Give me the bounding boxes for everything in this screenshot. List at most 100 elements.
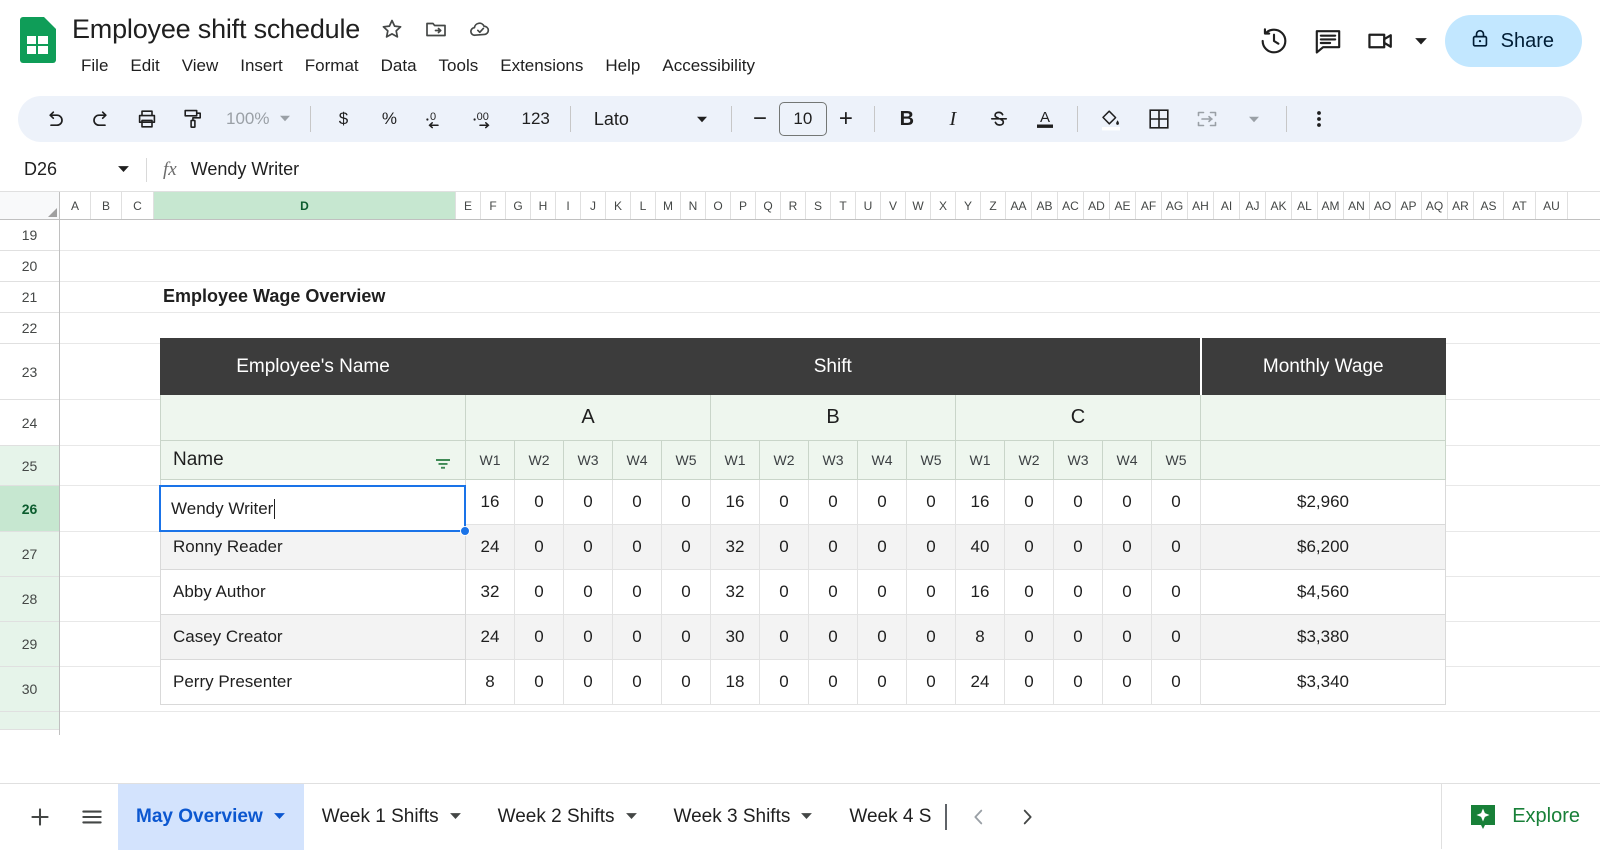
column-header-D[interactable]: D xyxy=(154,192,456,219)
shift-hours[interactable]: 0 xyxy=(1152,570,1201,615)
monthly-wage-value[interactable]: $6,200 xyxy=(1201,525,1446,570)
shift-hours[interactable]: 0 xyxy=(613,660,662,705)
column-header-AA[interactable]: AA xyxy=(1006,192,1032,219)
row-header-30[interactable]: 30 xyxy=(0,667,59,712)
menu-item-data[interactable]: Data xyxy=(370,51,428,81)
row-header-26[interactable]: 26 xyxy=(0,486,59,532)
row-header-23[interactable]: 23 xyxy=(0,344,59,400)
shift-hours[interactable]: 0 xyxy=(564,525,613,570)
row-header-22[interactable]: 22 xyxy=(0,313,59,344)
column-header-G[interactable]: G xyxy=(506,192,531,219)
column-header-J[interactable]: J xyxy=(581,192,606,219)
sheet-tab-week-3-shifts[interactable]: Week 3 Shifts xyxy=(656,784,832,850)
row-header-24[interactable]: 24 xyxy=(0,400,59,446)
shift-hours[interactable]: 0 xyxy=(1103,480,1152,525)
shift-hours[interactable]: 32 xyxy=(711,525,760,570)
column-header-P[interactable]: P xyxy=(731,192,756,219)
move-to-folder-icon[interactable] xyxy=(418,11,454,47)
currency-format-button[interactable]: $ xyxy=(325,101,361,137)
column-header-AE[interactable]: AE xyxy=(1110,192,1136,219)
merge-cells-button[interactable] xyxy=(1188,101,1226,137)
shift-hours[interactable]: 0 xyxy=(515,660,564,705)
column-header-AK[interactable]: AK xyxy=(1266,192,1292,219)
shift-hours[interactable]: 24 xyxy=(466,615,515,660)
shift-hours[interactable]: 0 xyxy=(1054,525,1103,570)
menu-item-accessibility[interactable]: Accessibility xyxy=(651,51,766,81)
shift-hours[interactable]: 0 xyxy=(515,615,564,660)
employee-name[interactable]: Abby Author xyxy=(161,570,466,615)
menu-item-insert[interactable]: Insert xyxy=(229,51,294,81)
chevron-down-icon[interactable] xyxy=(800,809,813,825)
shift-hours[interactable]: 16 xyxy=(956,570,1005,615)
shift-hours[interactable]: 0 xyxy=(613,615,662,660)
document-title[interactable]: Employee shift schedule xyxy=(72,14,366,45)
menu-item-tools[interactable]: Tools xyxy=(428,51,490,81)
shift-hours[interactable]: 0 xyxy=(515,480,564,525)
shift-hours[interactable]: 0 xyxy=(858,525,907,570)
row-header-25[interactable]: 25 xyxy=(0,446,59,486)
shift-hours[interactable]: 0 xyxy=(907,570,956,615)
column-header-AR[interactable]: AR xyxy=(1448,192,1474,219)
shift-hours[interactable]: 0 xyxy=(515,525,564,570)
shift-hours[interactable]: 0 xyxy=(760,525,809,570)
chevron-down-icon[interactable] xyxy=(273,809,286,825)
shift-hours[interactable]: 0 xyxy=(1054,660,1103,705)
increase-font-size-button[interactable]: + xyxy=(829,102,863,136)
add-sheet-button[interactable] xyxy=(14,791,66,843)
row-header-28[interactable]: 28 xyxy=(0,577,59,622)
shift-hours[interactable]: 24 xyxy=(956,660,1005,705)
shift-hours[interactable]: 0 xyxy=(858,615,907,660)
shift-hours[interactable]: 0 xyxy=(1103,660,1152,705)
shift-hours[interactable]: 16 xyxy=(711,480,760,525)
next-sheets-button[interactable] xyxy=(1003,793,1051,841)
shift-hours[interactable]: 0 xyxy=(1005,660,1054,705)
monthly-wage-value[interactable]: $3,340 xyxy=(1201,660,1446,705)
column-header-AM[interactable]: AM xyxy=(1318,192,1344,219)
name-column-header[interactable]: Name xyxy=(161,441,466,480)
shift-hours[interactable]: 0 xyxy=(662,570,711,615)
column-header-S[interactable]: S xyxy=(806,192,831,219)
chevron-down-icon[interactable] xyxy=(449,809,462,825)
column-header-N[interactable]: N xyxy=(681,192,706,219)
menu-item-edit[interactable]: Edit xyxy=(119,51,170,81)
shift-hours[interactable]: 0 xyxy=(907,480,956,525)
shift-hours[interactable]: 0 xyxy=(564,480,613,525)
column-header-C[interactable]: C xyxy=(122,192,154,219)
column-header-Z[interactable]: Z xyxy=(981,192,1006,219)
sheet-tab-week-4-shifts[interactable]: Week 4 S xyxy=(831,784,955,850)
shift-hours[interactable]: 40 xyxy=(956,525,1005,570)
shift-hours[interactable]: 16 xyxy=(466,480,515,525)
column-header-O[interactable]: O xyxy=(706,192,731,219)
menu-item-help[interactable]: Help xyxy=(594,51,651,81)
shift-hours[interactable]: 0 xyxy=(1005,480,1054,525)
shift-hours[interactable]: 0 xyxy=(1152,480,1201,525)
bold-button[interactable]: B xyxy=(889,101,925,137)
merge-caret-icon[interactable] xyxy=(1236,101,1272,137)
strikethrough-button[interactable] xyxy=(981,101,1017,137)
column-header-AT[interactable]: AT xyxy=(1504,192,1536,219)
column-header-V[interactable]: V xyxy=(881,192,906,219)
column-header-X[interactable]: X xyxy=(931,192,956,219)
row-header-27[interactable]: 27 xyxy=(0,532,59,577)
shift-hours[interactable]: 0 xyxy=(662,660,711,705)
shift-hours[interactable]: 0 xyxy=(858,660,907,705)
shift-hours[interactable]: 0 xyxy=(662,525,711,570)
menu-item-extensions[interactable]: Extensions xyxy=(489,51,594,81)
shift-hours[interactable]: 0 xyxy=(1103,525,1152,570)
meet-dropdown-caret-icon[interactable] xyxy=(1409,14,1433,68)
redo-icon[interactable] xyxy=(83,101,119,137)
column-header-T[interactable]: T xyxy=(831,192,856,219)
all-sheets-button[interactable] xyxy=(66,791,118,843)
monthly-wage-value[interactable]: $2,960 xyxy=(1201,480,1446,525)
more-formats-button[interactable]: 123 xyxy=(515,101,555,137)
shift-hours[interactable]: 0 xyxy=(613,525,662,570)
shift-hours[interactable]: 0 xyxy=(1054,615,1103,660)
shift-hours[interactable]: 0 xyxy=(809,480,858,525)
more-options-icon[interactable] xyxy=(1301,101,1337,137)
shift-hours[interactable]: 0 xyxy=(1152,525,1201,570)
shift-hours[interactable]: 0 xyxy=(858,480,907,525)
shift-hours[interactable]: 0 xyxy=(760,615,809,660)
print-icon[interactable] xyxy=(129,101,165,137)
column-header-AQ[interactable]: AQ xyxy=(1422,192,1448,219)
version-history-icon[interactable] xyxy=(1247,14,1301,68)
